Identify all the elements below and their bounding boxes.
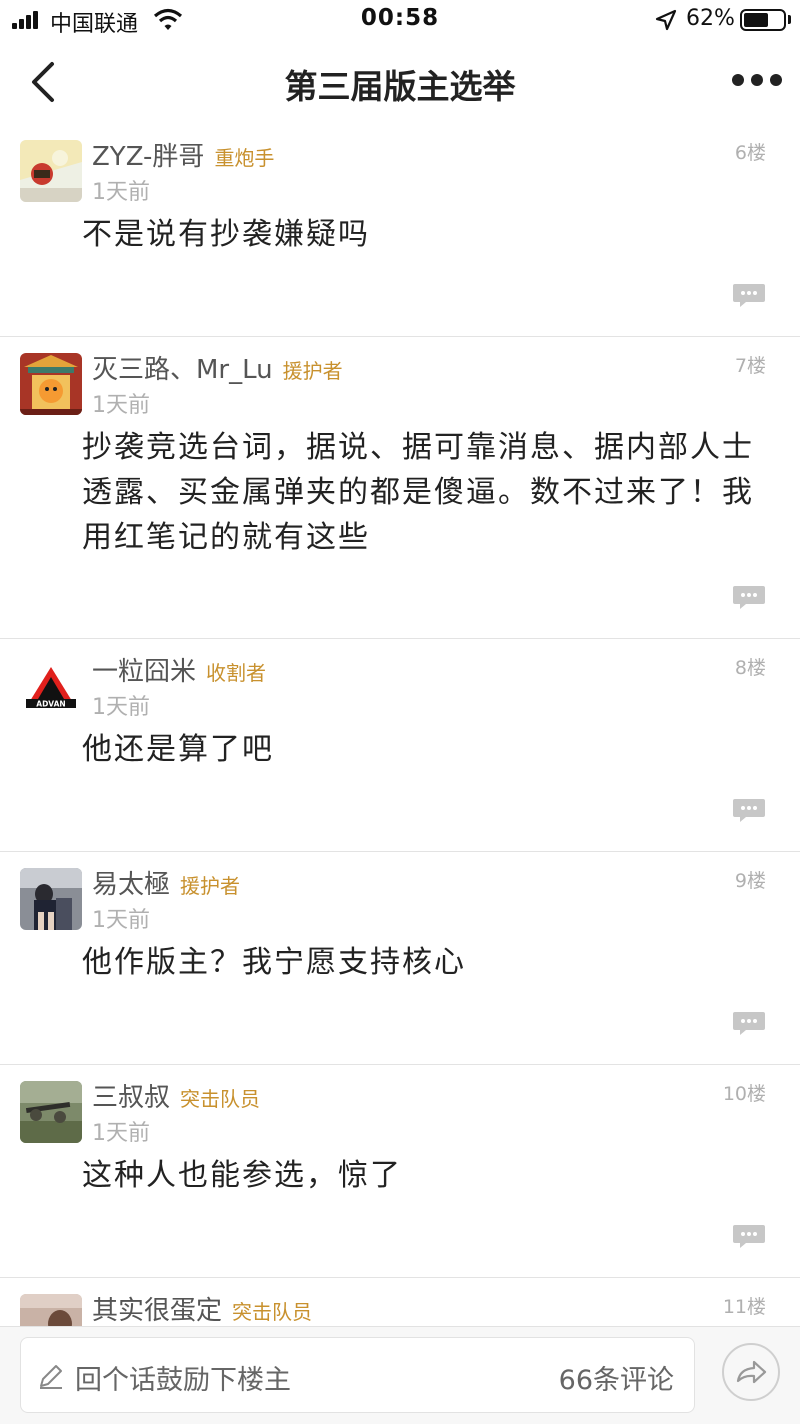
avatar[interactable]: ADVAN [20,655,82,717]
comment-text: 他作版主？我宁愿支持核心 [82,945,466,980]
page-title: 第三届版主选举 [284,67,516,106]
comment-item[interactable]: ADVAN 一粒囧米 收割者 8楼 1天前 他还是算了吧 [0,639,800,852]
floor-number: 10楼 [722,1083,766,1105]
username[interactable]: 其实很蛋定 突击队员 [92,1290,312,1327]
comment-placeholder: 回个话鼓励下楼主 [75,1365,291,1396]
avatar[interactable] [20,353,82,415]
floor-number: 7楼 [734,355,766,377]
location-arrow-icon [655,9,677,31]
comment-item[interactable]: 灭三路、Mr_Lu 援护者 7楼 1天前 抄袭竞选台词，据说、据可靠消息、据内部人… [0,337,800,639]
avatar[interactable] [20,140,82,202]
username[interactable]: 三叔叔 突击队员 [92,1077,260,1114]
share-icon [736,1360,767,1384]
more-options-icon[interactable] [732,74,782,88]
battery-icon [740,9,786,31]
comment-text: 抄袭竞选台词，据说、据可靠消息、据内部人士透露、买金属弹夹的都是傻逼。数不过来了… [82,430,754,555]
user-rank-badge: 收割者 [206,661,267,685]
post-time: 1天前 [92,908,150,933]
status-bar: 中国联通 00:58 62% [0,0,800,40]
avatar[interactable] [20,868,82,930]
username[interactable]: 灭三路、Mr_Lu 援护者 [92,349,343,386]
floor-number: 11楼 [722,1296,766,1318]
comment-text: 这种人也能参选，惊了 [82,1158,402,1193]
post-time: 1天前 [92,1121,150,1146]
share-button[interactable] [722,1343,780,1401]
reply-comment-icon[interactable] [732,1010,766,1036]
user-rank-badge: 突击队员 [232,1300,313,1324]
comment-text: 不是说有抄袭嫌疑吗 [82,217,370,252]
username[interactable]: 一粒囧米 收割者 [92,651,266,688]
comment-item[interactable]: ZYZ-胖哥 重炮手 6楼 1天前 不是说有抄袭嫌疑吗 [0,124,800,337]
reply-comment-icon[interactable] [732,282,766,308]
user-rank-badge: 重炮手 [214,146,275,170]
reply-comment-icon[interactable] [732,584,766,610]
nav-bar: 第三届版主选举 [0,40,800,124]
floor-number: 8楼 [734,657,766,679]
comment-list: ZYZ-胖哥 重炮手 6楼 1天前 不是说有抄袭嫌疑吗 灭三路、Mr_Lu 援护者 … [0,124,800,1338]
comment-count[interactable]: 66条评论 [559,1358,674,1397]
svg-text:ADVAN: ADVAN [36,700,65,709]
battery-percent: 62% [686,6,735,31]
comment-text: 他还是算了吧 [82,732,274,767]
floor-number: 6楼 [734,142,766,164]
post-time: 1天前 [92,180,150,205]
reply-comment-icon[interactable] [732,1223,766,1249]
post-time: 1天前 [92,393,150,418]
username[interactable]: 易太極 援护者 [92,864,240,901]
comment-input-bar: 回个话鼓励下楼主 66条评论 [0,1326,800,1424]
comment-item[interactable]: 易太極 援护者 9楼 1天前 他作版主？我宁愿支持核心 [0,852,800,1065]
user-rank-badge: 援护者 [282,359,343,383]
pencil-icon [40,1365,62,1389]
avatar[interactable] [20,1081,82,1143]
clock: 00:58 [360,5,440,31]
floor-number: 9楼 [734,870,766,892]
user-rank-badge: 援护者 [180,874,241,898]
comment-item[interactable]: 三叔叔 突击队员 10楼 1天前 这种人也能参选，惊了 [0,1065,800,1278]
post-time: 1天前 [92,695,150,720]
username[interactable]: ZYZ-胖哥 重炮手 [92,136,274,173]
battery-tip [788,15,791,24]
reply-comment-icon[interactable] [732,797,766,823]
user-rank-badge: 突击队员 [180,1087,261,1111]
comment-input[interactable]: 回个话鼓励下楼主 66条评论 [20,1337,695,1413]
